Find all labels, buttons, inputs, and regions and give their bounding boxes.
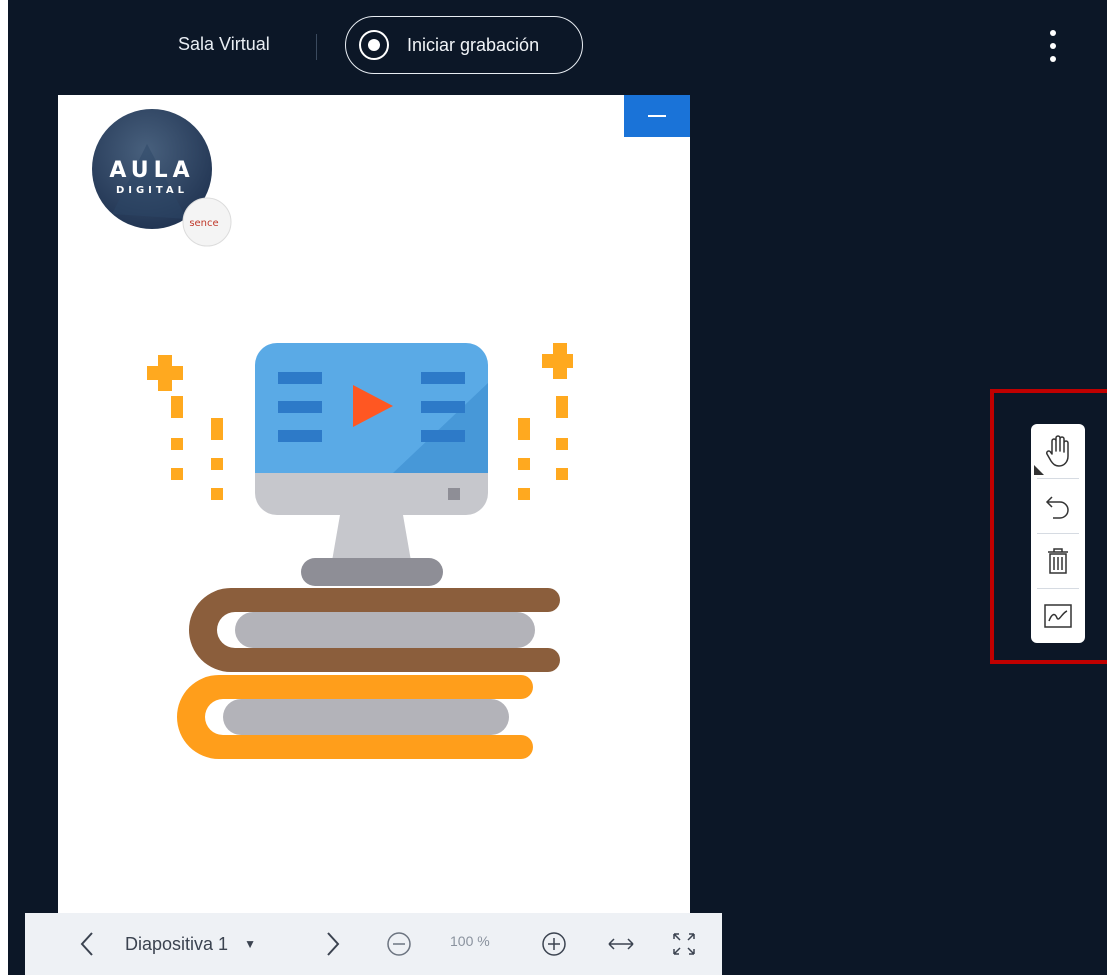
trash-icon: [1048, 548, 1068, 574]
room-name: Sala Virtual: [178, 34, 270, 54]
logo-text-digital: DIGITAL: [116, 185, 188, 196]
caret-down-icon: ▼: [244, 937, 256, 951]
fit-width-icon: [608, 938, 634, 950]
record-button-label: Iniciar grabación: [407, 34, 540, 55]
multi-user-whiteboard-button[interactable]: [1031, 589, 1085, 643]
logo-badge-sence: sence: [189, 218, 218, 229]
fullscreen-icon: [673, 933, 695, 955]
annotation-tools-panel: [1031, 424, 1085, 643]
aula-digital-logo: AULA DIGITAL sence: [92, 109, 232, 249]
zoom-out-icon: [387, 932, 411, 956]
virtual-room-app: Sala Virtual Iniciar grabación AULA DIGI…: [8, 0, 1107, 975]
slide-label: Diapositiva 1: [125, 933, 229, 954]
previous-slide-button[interactable]: [75, 929, 99, 959]
presentation-slide: AULA DIGITAL sence: [58, 95, 690, 915]
hand-icon: [1046, 435, 1069, 467]
fit-to-width-button[interactable]: [605, 929, 637, 959]
options-menu-icon[interactable]: [1043, 30, 1063, 62]
clear-annotations-button[interactable]: [1031, 534, 1085, 588]
zoom-in-button[interactable]: [540, 929, 568, 959]
monitor-on-books-illustration: [143, 343, 578, 778]
chevron-right-icon: [327, 932, 340, 956]
chevron-left-icon: [80, 932, 93, 956]
fullscreen-button[interactable]: [670, 929, 698, 959]
start-recording-button[interactable]: Iniciar grabación: [345, 16, 583, 74]
record-icon: [359, 30, 389, 60]
submenu-indicator-icon: [1034, 465, 1044, 475]
minimize-presentation-button[interactable]: [624, 95, 690, 137]
undo-button[interactable]: [1031, 479, 1085, 533]
undo-icon: [1045, 496, 1069, 519]
whiteboard-icon: [1044, 604, 1072, 628]
presentation-toolbar: Diapositiva 1 ▼ 100 %: [25, 913, 722, 975]
zoom-out-button[interactable]: [385, 929, 413, 959]
zoom-in-icon: [542, 932, 566, 956]
hand-tool-button[interactable]: [1031, 424, 1085, 478]
minus-icon: [648, 115, 666, 117]
slide-selector[interactable]: Diapositiva 1 ▼: [125, 929, 256, 959]
logo-text-aula: AULA: [109, 158, 194, 183]
header-divider: [316, 34, 317, 60]
next-slide-button[interactable]: [321, 929, 345, 959]
zoom-level: 100 %: [450, 933, 490, 949]
